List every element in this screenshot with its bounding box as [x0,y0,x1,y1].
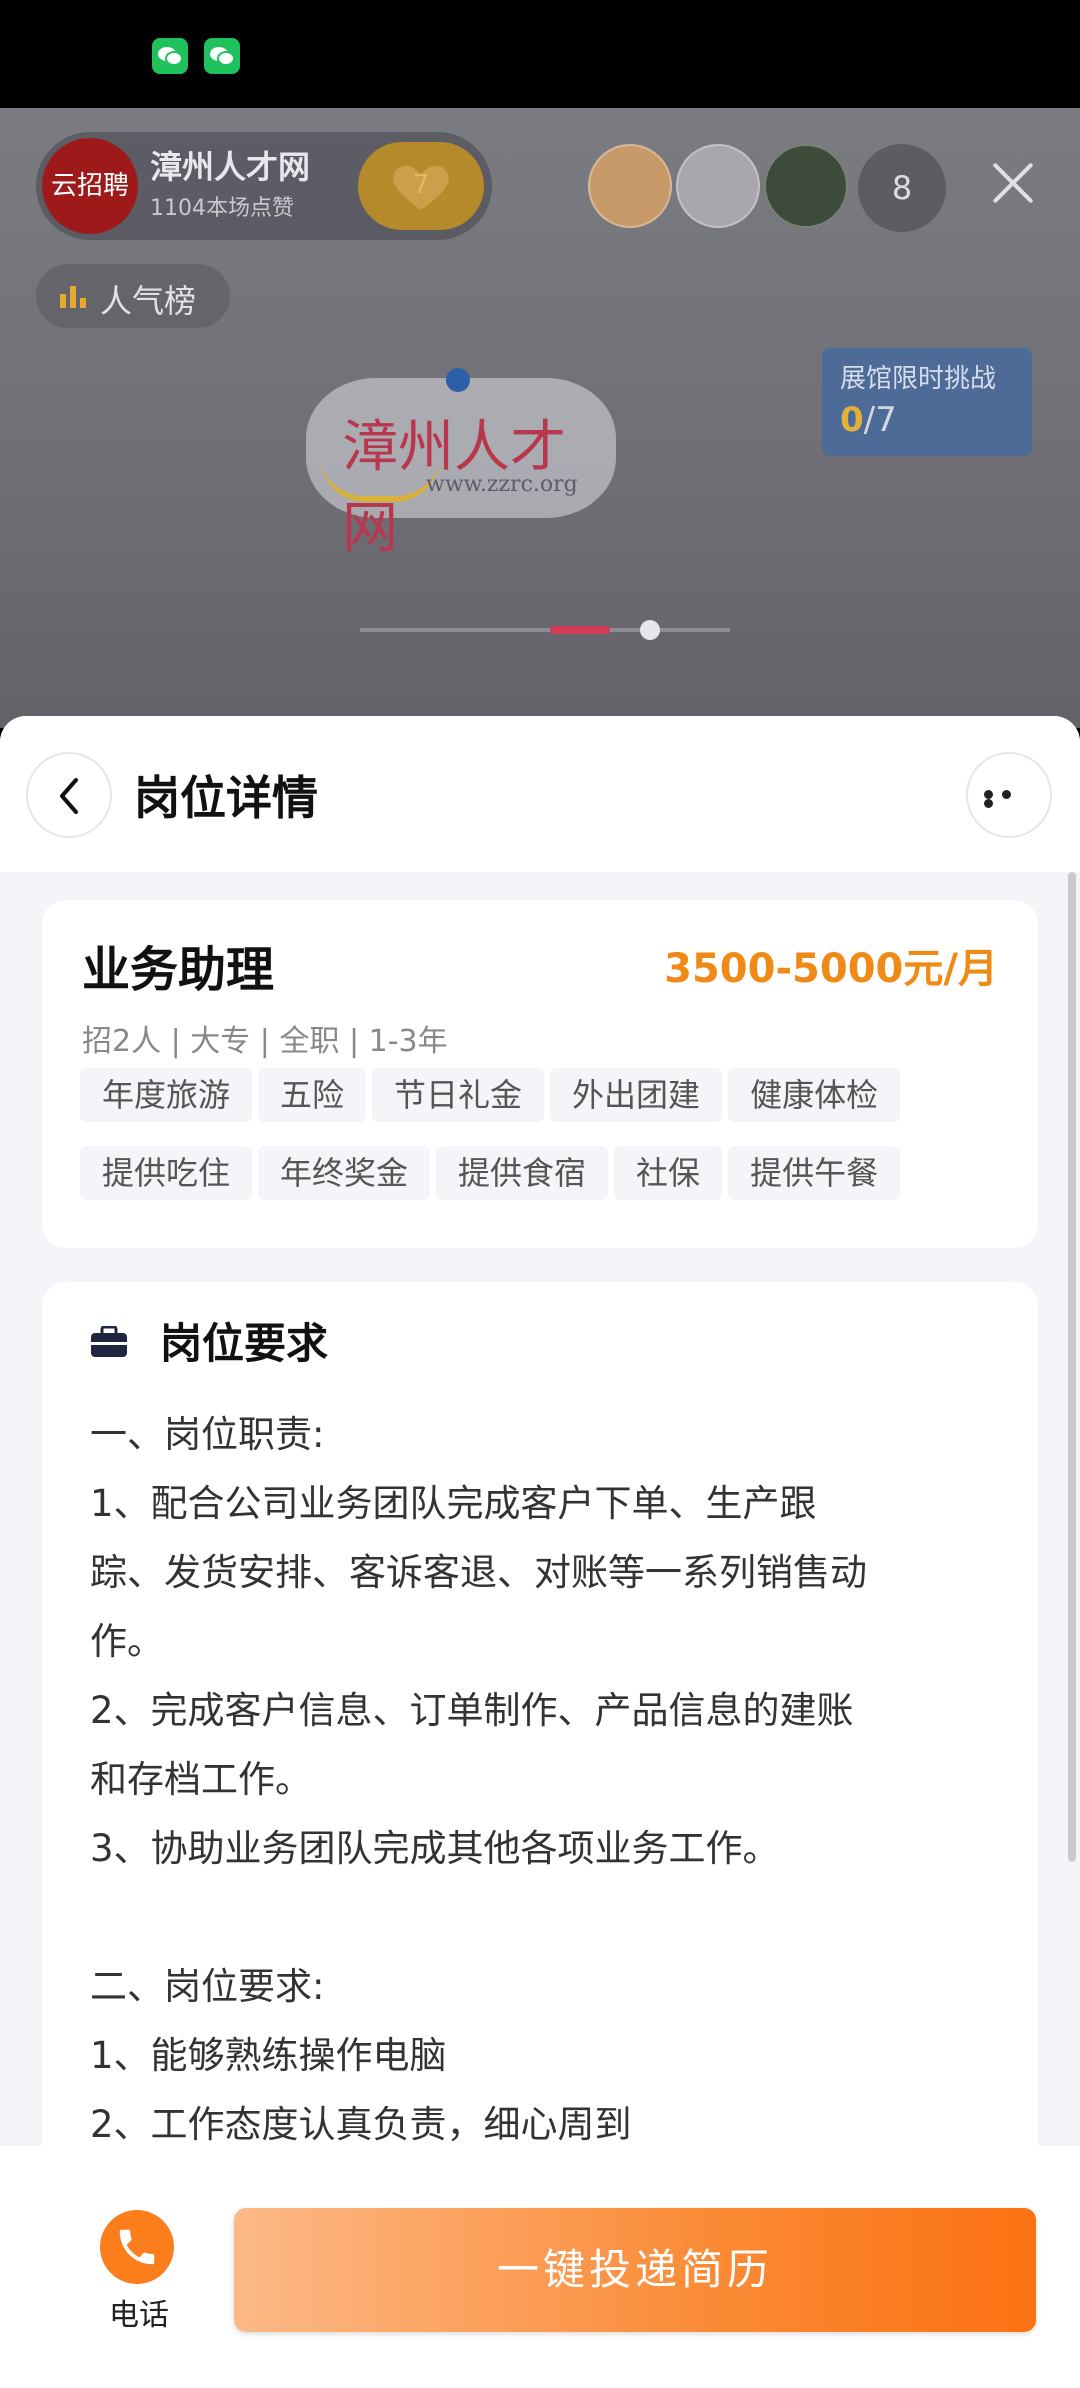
benefit-tag: 社保 [614,1146,723,1200]
stream-logo: 漳州人才网 www.zzrc.org [306,368,616,561]
phone-label: 电话 [109,2298,169,2333]
job-description: 一、岗位职责: 1、配合公司业务团队完成客户下单、生产跟 踪、发货安排、客诉客退… [90,1400,1010,2159]
description-line: 作。 [90,1620,164,1663]
benefit-tag: 节日礼金 [372,1068,545,1122]
description-line [90,1883,1010,1952]
job-title: 业务助理 [82,942,275,998]
page-title: 岗位详情 [134,771,318,825]
description-line: 3、协助业务团队完成其他各项业务工作。 [90,1827,780,1870]
description-line: 2、完成客户信息、订单制作、产品信息的建账 [90,1689,854,1732]
wechat-notification-icon [204,38,240,74]
job-detail-sheet: 岗位详情 业务助理 3500-5000元/月 招2人 | 大专 | 全职 | 1… [0,716,1080,2388]
phone-icon [100,2210,174,2284]
benefit-tag: 年度旅游 [80,1068,253,1122]
job-summary-card: 业务助理 3500-5000元/月 招2人 | 大专 | 全职 | 1-3年 年… [42,900,1038,1248]
benefit-tag: 五险 [258,1068,367,1122]
host-likes: 1104本场点赞 [150,196,294,221]
heart-count: 7 [412,170,430,200]
viewer-count[interactable]: 8 [858,144,946,232]
viewer-avatar[interactable] [676,144,760,228]
description-line: 一、岗位职责: [90,1413,325,1456]
logo-url: www.zzrc.org [426,472,578,497]
back-button[interactable] [26,752,112,838]
host-avatar[interactable]: 云招聘 [42,138,138,234]
bar-chart-icon [60,286,86,308]
rank-label: 人气榜 [100,282,197,320]
description-line: 和存档工作。 [90,1758,312,1801]
follow-heart-button[interactable]: 7 [358,142,484,230]
challenge-widget[interactable]: 展馆限时挑战 0/7 [822,348,1032,456]
challenge-title: 展馆限时挑战 [840,364,997,394]
apply-resume-button[interactable]: 一键投递简历 [234,2208,1036,2332]
description-line: 1、能够熟练操作电脑 [90,2034,447,2077]
bottom-action-bar: 电话 一键投递简历 [0,2146,1080,2388]
benefit-tag: 健康体检 [728,1068,901,1122]
benefit-tag: 年终奖金 [258,1146,431,1200]
phone-button[interactable]: 电话 [96,2210,182,2333]
close-icon[interactable] [990,160,1036,206]
briefcase-icon [91,1326,127,1357]
sheet-header: 岗位详情 [0,716,1080,872]
live-stream-view: 云招聘 漳州人才网 1104本场点赞 7 8 人气榜 展馆限时挑战 0/7 漳州… [0,108,1080,728]
description-line: 踪、发货安排、客诉客退、对账等一系列销售动 [90,1551,867,1594]
scrollbar[interactable] [1068,872,1076,1862]
benefit-tags: 年度旅游 五险 节日礼金 外出团建 健康体检 提供吃住 年终奖金 提供食宿 社保… [80,1068,1000,1224]
description-line: 1、配合公司业务团队完成客户下单、生产跟 [90,1482,817,1525]
host-info[interactable]: 云招聘 漳州人才网 1104本场点赞 7 [36,132,492,240]
job-salary: 3500-5000元/月 [664,946,998,992]
status-bar [0,0,1080,108]
section-title: 岗位要求 [160,1319,329,1368]
more-icon [984,790,1036,808]
benefit-tag: 提供吃住 [80,1146,253,1200]
viewer-avatar[interactable] [764,144,848,228]
host-name: 漳州人才网 [150,148,311,186]
viewer-avatar[interactable] [588,144,672,228]
popularity-rank-button[interactable]: 人气榜 [36,264,230,328]
more-button[interactable] [966,752,1052,838]
chevron-left-icon [60,778,78,814]
wechat-notification-icon [152,38,188,74]
benefit-tag: 提供食宿 [436,1146,609,1200]
benefit-tag: 外出团建 [550,1068,723,1122]
job-meta: 招2人 | 大专 | 全职 | 1-3年 [82,1024,448,1059]
challenge-progress: 0/7 [840,400,897,440]
benefit-tag: 提供午餐 [728,1146,901,1200]
description-line: 二、岗位要求: [90,1965,325,2008]
stream-progress [360,620,730,640]
